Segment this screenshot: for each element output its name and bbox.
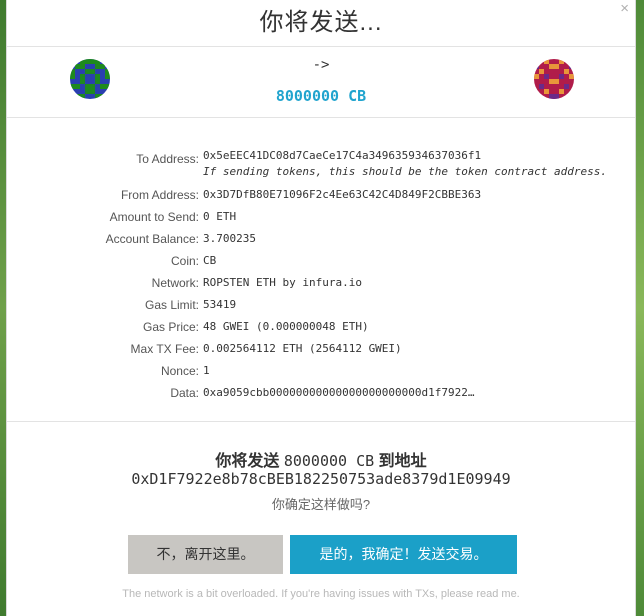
detail-label: Gas Price: bbox=[142, 320, 199, 334]
detail-value: 0xa9059cbb00000000000000000000000d1f7922… bbox=[203, 386, 475, 399]
divider bbox=[7, 117, 635, 118]
detail-value: 1 bbox=[203, 364, 210, 377]
background-right-edge bbox=[636, 0, 644, 616]
recipient-address: 0xD1F7922e8b78cBEB182250753ade8379d1E099… bbox=[131, 470, 511, 488]
detail-row-data: Data: 0xa9059cbb00000000000000000000000d… bbox=[7, 384, 635, 404]
detail-value: 0.002564112 ETH (2564112 GWEI) bbox=[203, 342, 402, 355]
detail-label: Max TX Fee: bbox=[130, 342, 199, 356]
detail-row-network: Network: ROPSTEN ETH by infura.io bbox=[7, 274, 635, 294]
detail-label: From Address: bbox=[120, 188, 199, 202]
detail-value: ROPSTEN ETH by infura.io bbox=[203, 276, 362, 289]
token-contract-note: If sending tokens, this should be the to… bbox=[203, 165, 607, 178]
detail-label: Nonce: bbox=[160, 364, 199, 378]
modal-title: 你将发送... bbox=[259, 9, 383, 36]
detail-label: Amount to Send: bbox=[109, 210, 199, 224]
detail-row-from-address: From Address: 0x3D7DfB80E71096F2c4Ee63C4… bbox=[7, 186, 635, 206]
detail-value: 0 ETH bbox=[203, 210, 237, 223]
divider bbox=[7, 421, 635, 422]
send-confirmation-modal: × 你将发送... -> 8000000 CB To Address: 0x5e… bbox=[6, 0, 636, 616]
divider bbox=[7, 46, 635, 47]
detail-row-to-address: To Address: 0x5eEEC41DC08d7CaeCe17C4a349… bbox=[7, 149, 635, 178]
detail-label: Network: bbox=[151, 276, 199, 290]
confirm-prefix: 你将发送 bbox=[215, 453, 280, 470]
detail-label: Data: bbox=[170, 386, 199, 400]
confirm-amount: 8000000 CB bbox=[283, 452, 375, 470]
network-overload-notice[interactable]: The network is a bit overloaded. If you'… bbox=[7, 588, 635, 600]
detail-label: To Address: bbox=[136, 152, 199, 166]
detail-row-gas-price: Gas Price: 48 GWEI (0.000000048 ETH) bbox=[7, 318, 635, 338]
cancel-button[interactable]: 不，离开这里。 bbox=[128, 535, 283, 574]
to-identicon-avatar bbox=[534, 59, 574, 99]
confirm-suffix: 到地址 bbox=[378, 453, 427, 470]
confirm-send-button[interactable]: 是的，我确定！发送交易。 bbox=[290, 535, 517, 574]
confirm-question: 你确定这样做吗? bbox=[271, 497, 371, 512]
detail-label: Account Balance: bbox=[105, 232, 199, 246]
detail-row-nonce: Nonce: 1 bbox=[7, 362, 635, 382]
detail-value: 48 GWEI (0.000000048 ETH) bbox=[203, 320, 369, 333]
detail-value: CB bbox=[203, 254, 217, 267]
detail-row-max-fee: Max TX Fee: 0.002564112 ETH (2564112 GWE… bbox=[7, 340, 635, 360]
detail-label: Coin: bbox=[170, 254, 199, 268]
detail-row-amount: Amount to Send: 0 ETH bbox=[7, 208, 635, 228]
detail-value: 0x3D7DfB80E71096F2c4Ee63C42C4D849F2CBBE3… bbox=[203, 188, 482, 201]
detail-value: 53419 bbox=[203, 298, 237, 311]
detail-row-balance: Account Balance: 3.700235 bbox=[7, 230, 635, 250]
detail-value: 0x5eEEC41DC08d7CaeCe17C4a349635934637036… bbox=[203, 149, 482, 162]
confirm-summary: 你将发送 8000000 CB 到地址 bbox=[7, 447, 635, 471]
detail-label: Gas Limit: bbox=[144, 298, 199, 312]
detail-row-coin: Coin: CB bbox=[7, 252, 635, 272]
detail-row-gas-limit: Gas Limit: 53419 bbox=[7, 296, 635, 316]
detail-value: 3.700235 bbox=[203, 232, 256, 245]
